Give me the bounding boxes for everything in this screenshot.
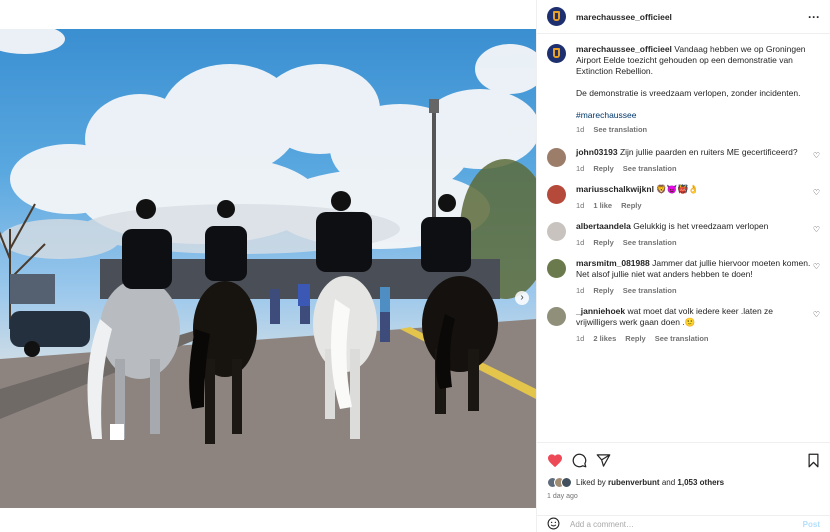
avatar[interactable] <box>547 259 566 278</box>
more-icon[interactable]: ··· <box>808 10 820 24</box>
likes-count[interactable]: 1,053 others <box>677 478 724 487</box>
action-bar <box>547 453 820 470</box>
reply-button[interactable]: Reply <box>621 200 641 211</box>
comment-username[interactable]: marsmitm_081988 <box>576 258 650 268</box>
avatar[interactable] <box>547 307 566 326</box>
post-header: marechaussee_officieel ··· <box>537 0 830 34</box>
share-icon[interactable] <box>596 453 611 470</box>
comment-username[interactable]: albertaandela <box>576 221 631 231</box>
avatar[interactable] <box>547 185 566 204</box>
comment-time: 1d <box>576 164 585 173</box>
header-username[interactable]: marechaussee_officieel <box>576 12 672 22</box>
comment-username[interactable]: john03193 <box>576 147 618 157</box>
likes-count[interactable]: 1 like <box>593 200 612 211</box>
liker-username[interactable]: rubenverbunt <box>608 478 660 487</box>
comment-time: 1d <box>576 238 585 247</box>
comment-input[interactable]: Add a comment… <box>570 520 634 529</box>
heart-filled-icon[interactable] <box>547 453 563 470</box>
heart-outline-icon[interactable]: ♡ <box>813 225 820 234</box>
liked-by-prefix: Liked by <box>576 478 606 487</box>
comment-username[interactable]: _janniehoek <box>576 306 625 316</box>
post-photo[interactable]: › <box>0 29 536 508</box>
see-translation-link[interactable]: See translation <box>655 333 709 344</box>
comment-time: 1d <box>576 201 585 210</box>
heart-outline-icon[interactable]: ♡ <box>813 310 820 319</box>
add-comment-bar: Add a comment… Post <box>537 515 830 532</box>
comment-username[interactable]: mariusschalkwijknl <box>576 184 654 194</box>
hashtag-link[interactable]: #marechaussee <box>576 110 814 121</box>
see-translation-link[interactable]: See translation <box>623 237 677 248</box>
bookmark-icon[interactable] <box>807 453 820 470</box>
heart-outline-icon[interactable]: ♡ <box>813 151 820 160</box>
comments-list: marechaussee_officieel Vandaag hebben we… <box>537 34 830 442</box>
caption-username[interactable]: marechaussee_officieel <box>576 44 672 54</box>
comment-time: 1d <box>576 334 585 343</box>
post-sidebar: marechaussee_officieel ··· marechaussee_… <box>536 0 830 532</box>
comment-time: 1d <box>576 286 585 295</box>
reply-button[interactable]: Reply <box>593 237 613 248</box>
see-translation-link[interactable]: See translation <box>593 124 647 135</box>
comment-text: Zijn jullie paarden en ruiters ME gecert… <box>619 147 798 157</box>
avatar <box>561 477 572 488</box>
see-translation-link[interactable]: See translation <box>623 285 677 296</box>
comment-text: Gelukkig is het vreedzaam verlopen <box>633 221 769 231</box>
comment: marsmitm_081988 Jammer dat jullie hiervo… <box>547 258 820 296</box>
post-timestamp[interactable]: 1 day ago <box>547 493 820 500</box>
avatar[interactable] <box>547 148 566 167</box>
chevron-right-icon[interactable]: › <box>515 291 529 305</box>
reply-button[interactable]: Reply <box>593 163 613 174</box>
comment: albertaandela Gelukkig is het vreedzaam … <box>547 221 820 248</box>
see-translation-link[interactable]: See translation <box>623 163 677 174</box>
liker-avatars <box>547 477 572 488</box>
account-avatar[interactable] <box>547 7 566 26</box>
reply-button[interactable]: Reply <box>625 333 645 344</box>
heart-outline-icon[interactable]: ♡ <box>813 188 820 197</box>
avatar[interactable] <box>547 222 566 241</box>
heart-outline-icon[interactable]: ♡ <box>813 262 820 271</box>
post-actions: Liked by rubenverbunt and 1,053 others 1… <box>537 442 830 532</box>
caption-text-2: De demonstratie is vreedzaam verlopen, z… <box>576 88 801 98</box>
caption: marechaussee_officieel Vandaag hebben we… <box>547 44 820 135</box>
comment: mariusschalkwijknl 🦁😈👹👌 1d 1 like Reply … <box>547 184 820 211</box>
likes-count[interactable]: 2 likes <box>593 333 616 344</box>
liked-by: Liked by rubenverbunt and 1,053 others <box>547 477 820 488</box>
post-comment-button[interactable]: Post <box>803 520 820 529</box>
comment-text: 🦁😈👹👌 <box>656 184 699 194</box>
comment-icon[interactable] <box>572 453 587 470</box>
caption-avatar[interactable] <box>547 44 566 63</box>
emoji-icon[interactable] <box>547 517 560 532</box>
comment: _janniehoek wat moet dat volk iedere kee… <box>547 306 820 344</box>
caption-time: 1d <box>576 125 585 134</box>
liked-by-and: and <box>661 478 676 487</box>
comment: john03193 Zijn jullie paarden en ruiters… <box>547 147 820 174</box>
photo-illustration <box>0 29 536 508</box>
reply-button[interactable]: Reply <box>593 285 613 296</box>
